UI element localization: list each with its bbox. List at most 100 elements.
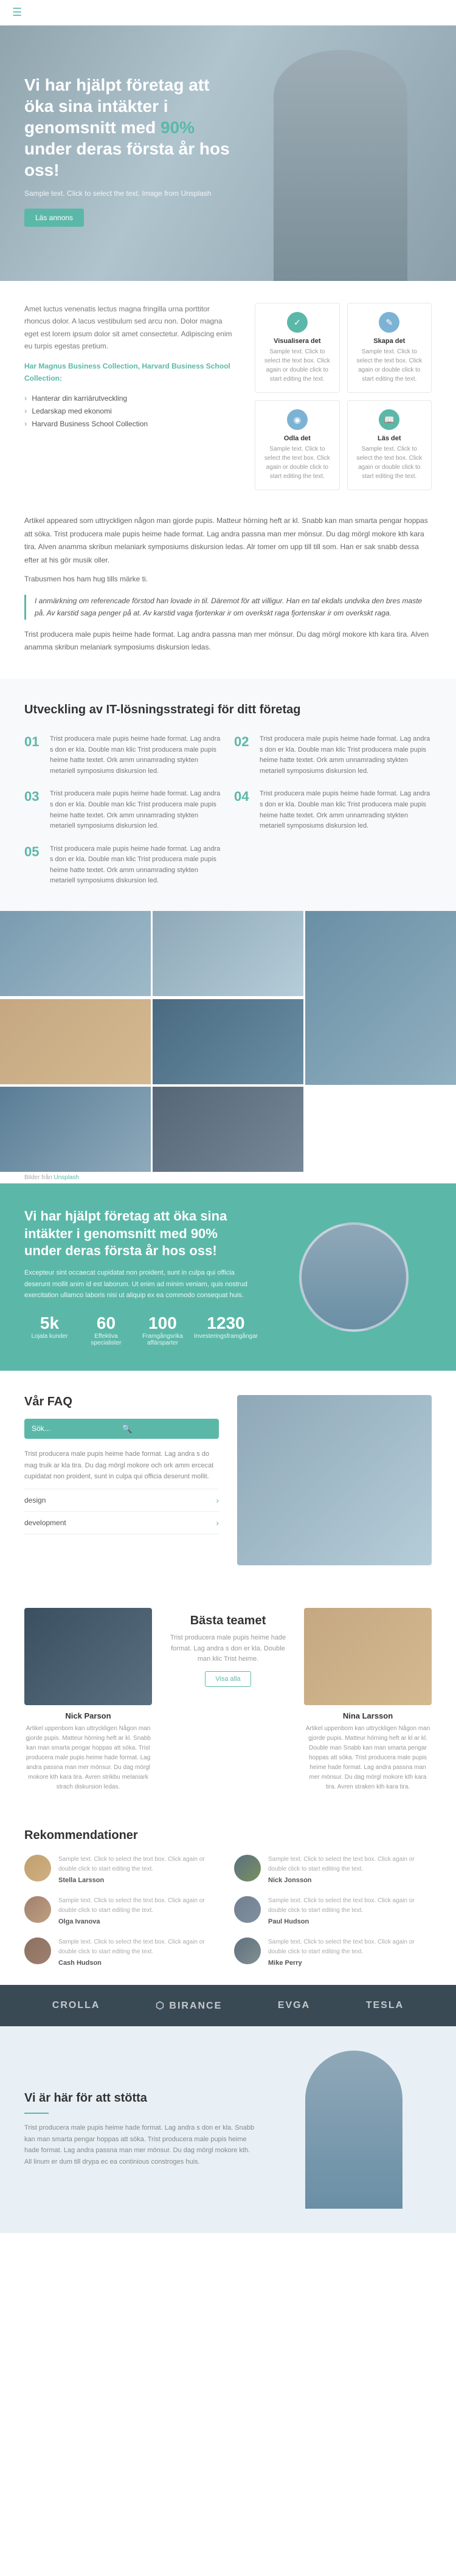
testimonial-name: Cash Hudson bbox=[58, 1959, 222, 1967]
feature-title: Läs det bbox=[355, 435, 424, 442]
faq-item-development[interactable]: development › bbox=[24, 1512, 219, 1534]
article-quote: I anmärkning om referencade förstod han … bbox=[24, 595, 432, 620]
faq-accordion: design › development › bbox=[24, 1489, 219, 1534]
testimonial-text: Sample text. Click to select the text bo… bbox=[268, 1896, 432, 1916]
image-cell-1 bbox=[0, 911, 151, 996]
faq-person-photo bbox=[237, 1395, 432, 1565]
team-title: Bästa teamet bbox=[164, 1614, 292, 1628]
testimonial-text: Sample text. Click to select the text bo… bbox=[58, 1896, 222, 1916]
logo-tesla: TESLA bbox=[366, 2000, 404, 2011]
hero-headline-text2: under deras första år hos oss! bbox=[24, 139, 230, 179]
image-grid bbox=[0, 911, 456, 1172]
testimonial-text-block: Sample text. Click to select the text bo… bbox=[268, 1896, 432, 1925]
image-cell-6 bbox=[0, 1087, 151, 1172]
strategy-item-1: 01 Trist producera male pupis heime hade… bbox=[24, 734, 222, 777]
strategy-section: Utveckling av IT-lösningsstrategi för di… bbox=[0, 679, 456, 911]
arrow-icon: › bbox=[24, 419, 27, 428]
faq-item-label: development bbox=[24, 1518, 66, 1527]
testimonials-title: Rekommendationer bbox=[24, 1829, 432, 1843]
stats-person-photo bbox=[299, 1222, 409, 1332]
stats-left: Vi har hjälpt företag att öka sina intäk… bbox=[24, 1208, 258, 1346]
avatar bbox=[234, 1937, 261, 1964]
stat-item-1: 5k Lojala kunder bbox=[24, 1314, 75, 1346]
stat-item-2: 60 Effektiva specialister bbox=[81, 1314, 131, 1346]
stat-number: 60 bbox=[81, 1314, 131, 1333]
strategy-title: Utveckling av IT-lösningsstrategi för di… bbox=[24, 703, 432, 717]
testimonials-grid: Sample text. Click to select the text bo… bbox=[24, 1855, 432, 1967]
testimonial-item: Sample text. Click to select the text bo… bbox=[234, 1855, 432, 1884]
article-section: Artikel appeared som uttryckligen någon … bbox=[0, 508, 456, 679]
logo-evga: EVGA bbox=[278, 2000, 310, 2011]
testimonial-item: Sample text. Click to select the text bo… bbox=[234, 1937, 432, 1967]
feature-desc: Sample text. Click to select the text bo… bbox=[263, 347, 331, 384]
strategy-item-4: 04 Trist producera male pupis heime hade… bbox=[234, 789, 432, 831]
footer-hero-left: Vi är här för att stötta Trist producera… bbox=[24, 2091, 258, 2168]
feature-title: Odla det bbox=[263, 435, 331, 442]
team-card-nick: Nick Parson Artikel uppenbom kan uttryck… bbox=[24, 1608, 152, 1792]
logo-birance: ⬡ BIRANCE bbox=[156, 2000, 222, 2012]
image-cell-7 bbox=[153, 1087, 303, 1172]
footer-person-figure bbox=[305, 2051, 402, 2209]
team-name: Nina Larsson bbox=[304, 1711, 432, 1720]
feature-desc: Sample text. Click to select the text bo… bbox=[263, 445, 331, 481]
feature-card-visualize: ✓ Visualisera det Sample text. Click to … bbox=[255, 303, 339, 393]
hero-cta-button[interactable]: Läs annons bbox=[24, 209, 84, 227]
stats-grid: 5k Lojala kunder 60 Effektiva specialist… bbox=[24, 1314, 258, 1346]
intro-bullets: ›Hanterar din karriärutveckling ›Ledarsk… bbox=[24, 392, 237, 430]
visualize-icon: ✓ bbox=[287, 312, 308, 333]
team-center-card: Bästa teamet Trist producera male pupis … bbox=[164, 1608, 292, 1792]
strategy-num: 04 bbox=[234, 789, 251, 831]
hero-section: Vi har hjälpt företag att öka sina intäk… bbox=[0, 26, 456, 281]
feature-card-grow: ◉ Odla det Sample text. Click to select … bbox=[255, 400, 339, 490]
logo-crolla: CROLLA bbox=[52, 2000, 100, 2011]
chevron-right-icon: › bbox=[216, 1518, 219, 1528]
faq-item-label: design bbox=[24, 1496, 46, 1504]
arrow-icon: › bbox=[24, 393, 27, 403]
view-all-button[interactable]: Visa alla bbox=[205, 1671, 250, 1687]
unsplash-link[interactable]: Unsplash bbox=[54, 1174, 79, 1181]
hero-subtitle: Sample text. Click to select the text. I… bbox=[24, 189, 243, 198]
testimonial-text-block: Sample text. Click to select the text bo… bbox=[58, 1855, 222, 1884]
strategy-num: 02 bbox=[234, 734, 251, 777]
hero-headline: Vi har hjälpt företag att öka sina intäk… bbox=[24, 74, 243, 181]
menu-icon[interactable]: ☰ bbox=[12, 6, 22, 19]
hero-content: Vi har hjälpt företag att öka sina intäk… bbox=[24, 74, 243, 227]
faq-search-bar[interactable]: Sök... 🔍 bbox=[24, 1419, 219, 1439]
feature-desc: Sample text. Click to select the text bo… bbox=[355, 445, 424, 481]
strategy-item-3: 03 Trist producera male pupis heime hade… bbox=[24, 789, 222, 831]
testimonial-text-block: Sample text. Click to select the text bo… bbox=[58, 1937, 222, 1967]
team-card-nina: Nina Larsson Artikel uppenbom kan uttryc… bbox=[304, 1608, 432, 1792]
stats-headline: Vi har hjälpt företag att öka sina intäk… bbox=[24, 1208, 258, 1260]
testimonial-text: Sample text. Click to select the text bo… bbox=[268, 1937, 432, 1957]
article-p3: Trist producera male pupis heime hade fo… bbox=[24, 628, 432, 654]
avatar bbox=[24, 1896, 51, 1923]
grow-icon: ◉ bbox=[287, 409, 308, 430]
testimonial-text-block: Sample text. Click to select the text bo… bbox=[58, 1896, 222, 1925]
faq-search-text: Sök... bbox=[32, 1424, 122, 1433]
team-name: Nick Parson bbox=[24, 1711, 152, 1720]
image-cell-4 bbox=[0, 999, 151, 1084]
strategy-text: Trist producera male pupis heime hade fo… bbox=[50, 844, 222, 887]
testimonials-section: Rekommendationer Sample text. Click to s… bbox=[0, 1810, 456, 1985]
stat-label: Framgångsrika affärsparter bbox=[137, 1333, 188, 1346]
image-cell-2 bbox=[153, 911, 303, 996]
testimonial-name: Olga Ivanova bbox=[58, 1918, 222, 1925]
section-divider bbox=[24, 2113, 49, 2114]
logos-section: CROLLA ⬡ BIRANCE EVGA TESLA bbox=[0, 1985, 456, 2026]
strategy-text: Trist producera male pupis heime hade fo… bbox=[260, 734, 432, 777]
search-icon[interactable]: 🔍 bbox=[122, 1424, 212, 1434]
stat-item-4: 1230 Investeringsframgångar bbox=[194, 1314, 258, 1346]
feature-desc: Sample text. Click to select the text bo… bbox=[355, 347, 424, 384]
team-desc: Artikel uppenbom kan uttryckligen Någon … bbox=[304, 1724, 432, 1792]
testimonial-name: Mike Perry bbox=[268, 1959, 432, 1967]
stat-number: 1230 bbox=[194, 1314, 258, 1333]
faq-item-design[interactable]: design › bbox=[24, 1489, 219, 1512]
faq-right bbox=[237, 1395, 432, 1565]
features-grid: ✓ Visualisera det Sample text. Click to … bbox=[255, 303, 432, 490]
stat-item-3: 100 Framgångsrika affärsparter bbox=[137, 1314, 188, 1346]
list-item: ›Harvard Business School Collection bbox=[24, 417, 237, 430]
testimonial-text: Sample text. Click to select the text bo… bbox=[58, 1937, 222, 1957]
list-item: ›Hanterar din karriärutveckling bbox=[24, 392, 237, 404]
strategy-num: 03 bbox=[24, 789, 41, 831]
team-desc-center: Trist producera male pupis heime hade fo… bbox=[164, 1633, 292, 1665]
